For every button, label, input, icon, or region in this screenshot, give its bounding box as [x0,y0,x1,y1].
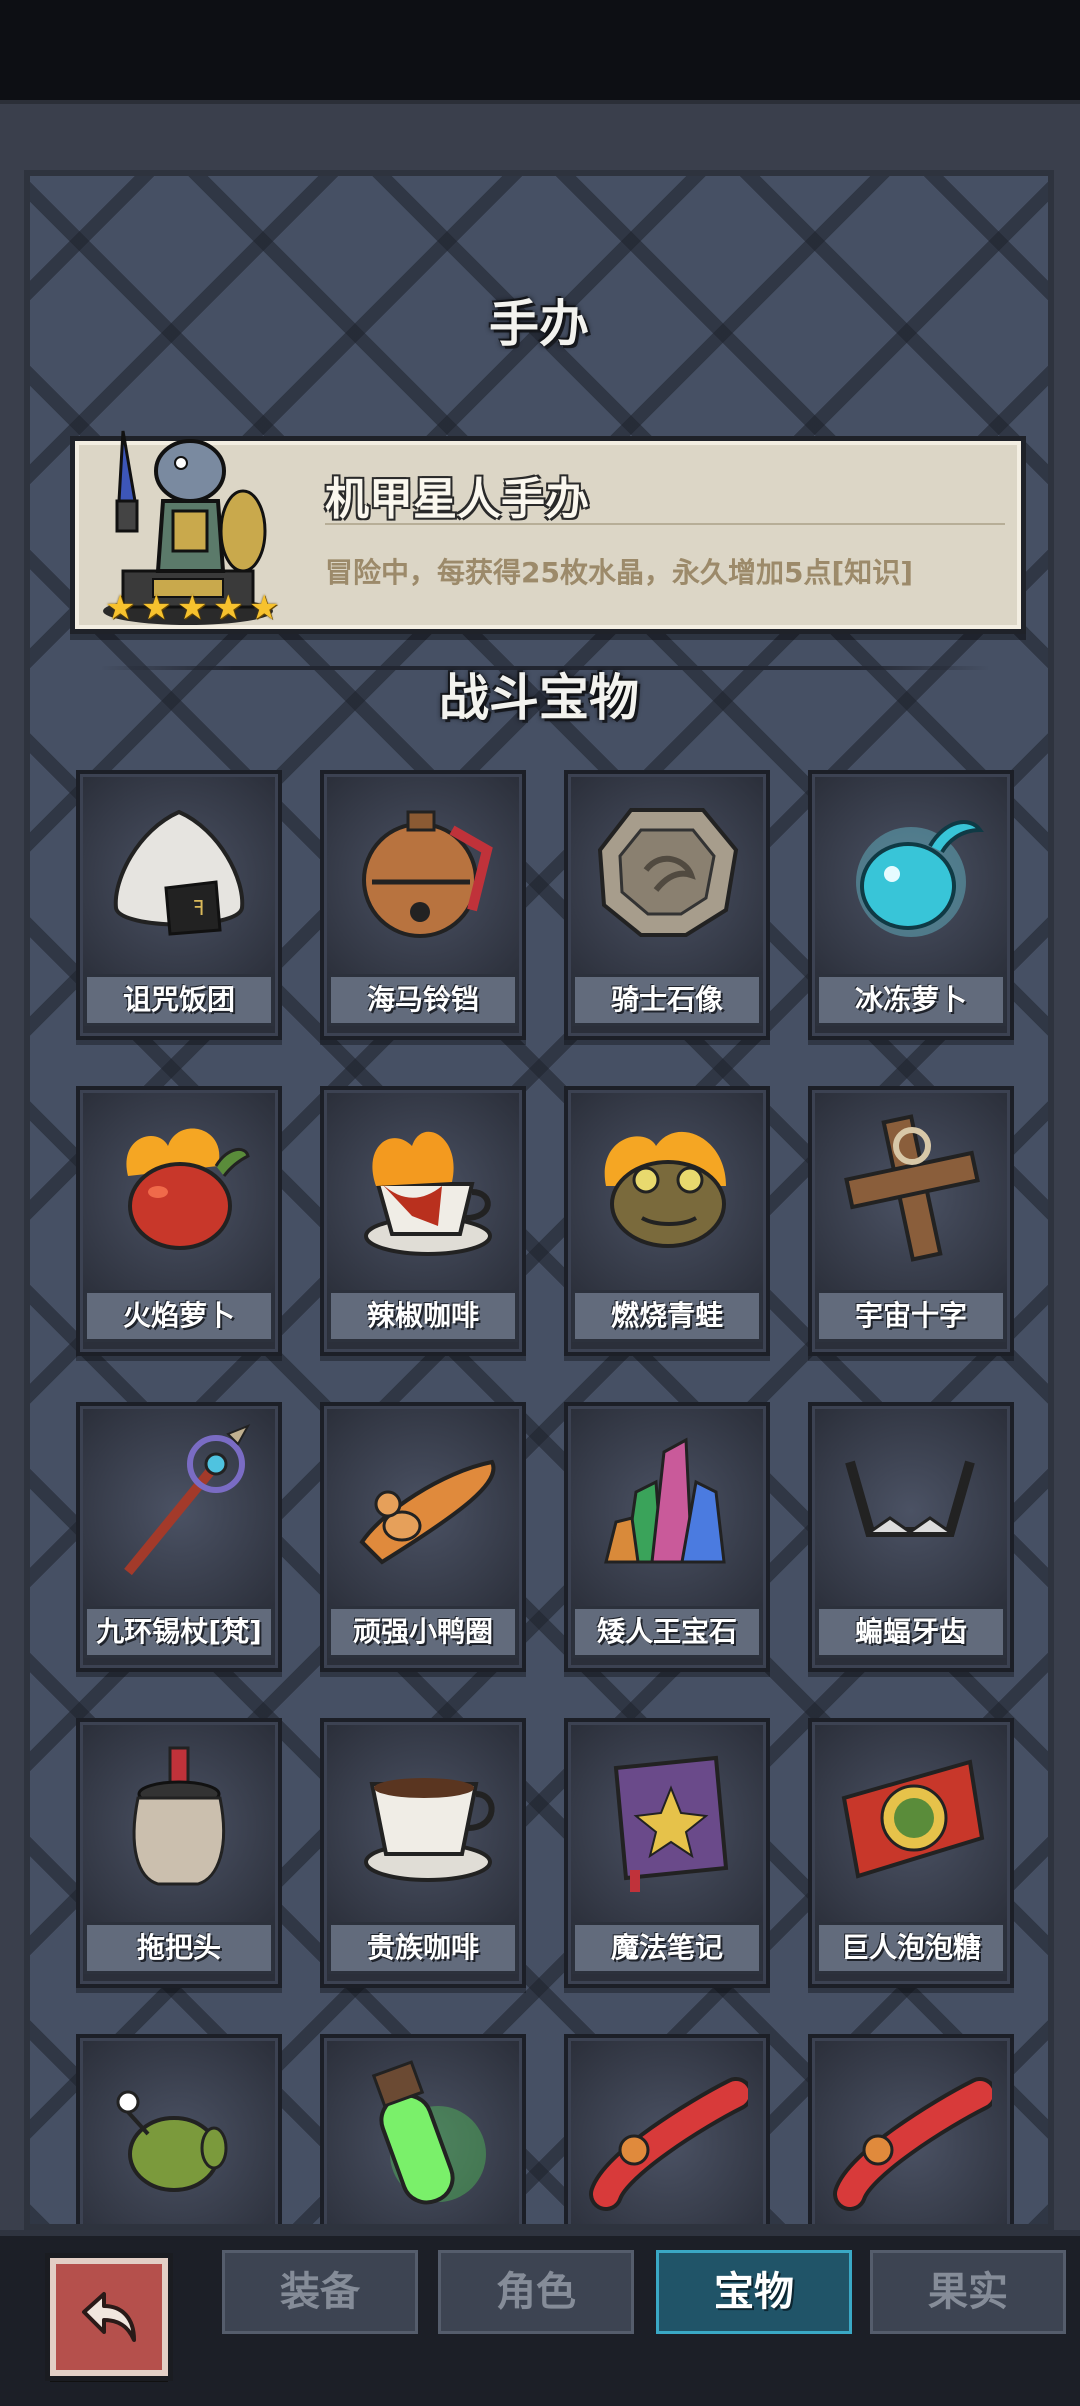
treasure-item[interactable]: 海马铃铛 [320,770,526,1040]
staff-icon [124,1424,251,1576]
green-potion-icon [371,2060,486,2205]
treasure-label: 冰冻萝卜 [816,974,1006,1026]
inventory-frame: 手办 ★ ★ ★ ★ ★ 机甲星人手办 冒险中，每获得25枚水晶，永久增加5点[… [0,100,1080,2234]
treasure-label: 海马铃铛 [328,974,518,1026]
treasure-item[interactable]: 矮人王宝石 [564,1402,770,1672]
treasure-label: 辣椒咖啡 [328,1290,518,1342]
figure-card[interactable]: ★ ★ ★ ★ ★ 机甲星人手办 冒险中，每获得25枚水晶，永久增加5点[知识] [70,430,1026,634]
treasure-item[interactable]: 燃烧青蛙 [564,1086,770,1356]
figure-section-title: 手办 [489,295,589,353]
treasure-label: 矮人王宝石 [572,1606,762,1658]
treasure-item[interactable]: 贵族咖啡 [320,1718,526,1988]
treasure-label: 顽强小鸭圈 [328,1606,518,1658]
duck-ring-icon [359,1459,496,1565]
treasure-label: 蝙蝠牙齿 [816,1606,1006,1658]
treasure-label: 巨人泡泡糖 [816,1922,1006,1974]
star-icon: ★ [141,588,172,628]
figure-description: 冒险中，每获得25枚水晶，永久增加5点[知识] [325,556,914,589]
treasure-label: 贵族咖啡 [328,1922,518,1974]
treasure-label: 九环锡杖[梵] [84,1606,274,1658]
magic-book-icon [613,1755,729,1892]
treasure-item[interactable]: 顽强小鸭圈 [320,1402,526,1672]
treasure-item[interactable]: 冰冻萝卜 [808,770,1014,1040]
treasure-item[interactable]: 辣椒咖啡 [320,1086,526,1356]
fire-radish-icon [126,1128,250,1250]
star-icon: ★ [105,588,136,628]
tab-equipment[interactable]: 装备 [218,2246,422,2338]
treasure-label: 魔法笔记 [572,1922,762,1974]
bat-teeth-icon [845,1460,975,1537]
tab-treasure[interactable]: 宝物 [652,2246,856,2338]
treasure-item[interactable]: 宇宙十字 [808,1086,1014,1356]
star-rating: ★ ★ ★ ★ ★ [105,591,283,627]
fire-coffee-icon [364,1131,492,1256]
figure-divider [325,523,1005,525]
treasure-section-title: 战斗宝物 [439,669,639,727]
svg-text:ꟻ: ꟻ [193,896,205,920]
red-sausage-icon [833,2077,992,2211]
star-icon: ★ [213,588,244,628]
pea-plant-icon [116,2090,228,2192]
star-icon: ★ [249,588,280,628]
tab-character[interactable]: 角色 [434,2246,638,2338]
back-arrow-icon [82,2292,136,2342]
bubble-gum-icon [841,1759,985,1879]
treasure-label: 拖把头 [84,1922,274,1974]
treasure-label: 燃烧青蛙 [572,1290,762,1342]
treasure-item[interactable]: 魔法笔记 [564,1718,770,1988]
figure-name: 机甲星人手办 [325,474,589,525]
treasure-item[interactable] [808,2034,1014,2224]
star-icon: ★ [177,588,208,628]
treasure-item[interactable]: 九环锡杖[梵] [76,1402,282,1672]
collection-panel: 手办 ★ ★ ★ ★ ★ 机甲星人手办 冒险中，每获得25枚水晶，永久增加5点[… [24,170,1054,2230]
stone-tablet-icon [597,808,739,937]
treasure-item[interactable] [320,2034,526,2224]
treasure-item[interactable]: 蝙蝠牙齿 [808,1402,1014,1672]
treasure-item[interactable]: ꟻ 诅咒饭团 [76,770,282,1040]
burning-frog-icon [604,1131,726,1248]
treasure-label: 宇宙十字 [816,1290,1006,1342]
wooden-cross-icon [844,1114,980,1262]
tab-fruit[interactable]: 果实 [866,2246,1070,2338]
treasure-item[interactable]: 火焰萝卜 [76,1086,282,1356]
treasure-item[interactable] [564,2034,770,2224]
bottom-nav: 装备 角色 宝物 果实 [0,2230,1080,2406]
treasure-label: 火焰萝卜 [84,1290,274,1342]
treasure-item[interactable]: 巨人泡泡糖 [808,1718,1014,1988]
treasure-label: 诅咒饭团 [84,974,274,1026]
back-button[interactable] [50,2258,168,2376]
rice-ball-icon: ꟻ [113,809,245,936]
gem-cluster-icon [604,1437,726,1564]
treasure-item[interactable]: 拖把头 [76,1718,282,1988]
mop-head-icon [132,1746,226,1886]
status-bar [0,0,1080,100]
treasure-item[interactable] [76,2034,282,2224]
treasure-label: 骑士石像 [572,974,762,1026]
red-sausage-icon [589,2077,748,2211]
coffee-cup-icon [364,1778,495,1882]
ice-radish-icon [856,820,984,937]
treasure-item[interactable]: 骑士石像 [564,770,770,1040]
bell-icon [362,810,493,938]
